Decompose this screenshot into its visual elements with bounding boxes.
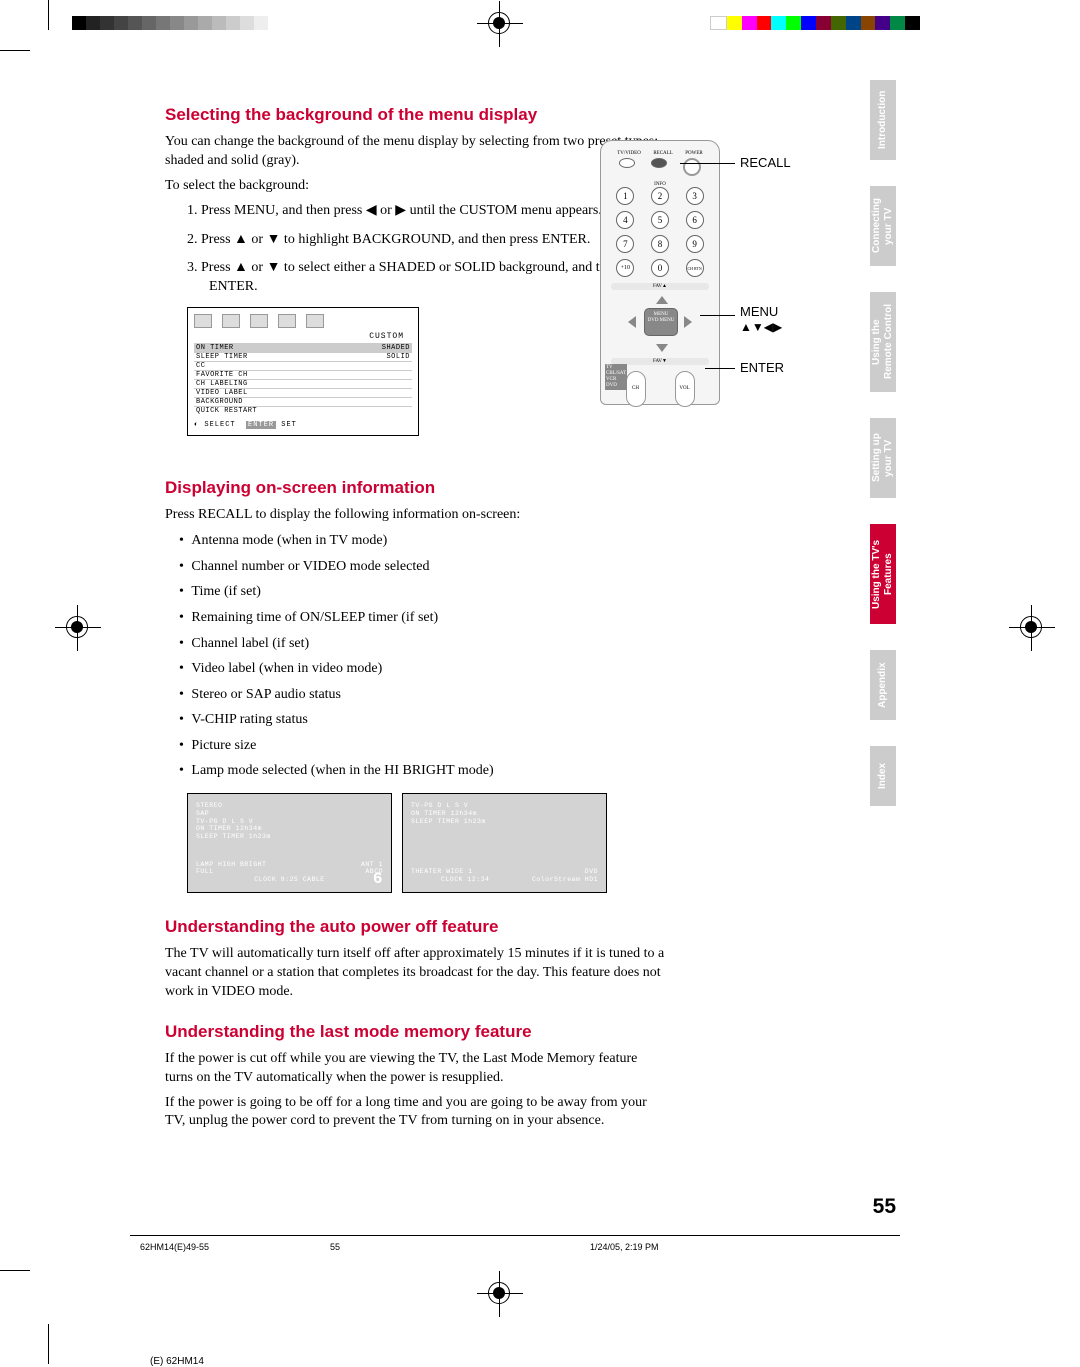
callout-arrows: ▲▼◀▶ xyxy=(740,320,782,334)
num-7-button: 7 xyxy=(616,235,634,253)
heading-last-mode: Understanding the last mode memory featu… xyxy=(165,1022,665,1042)
crop-mark-icon xyxy=(48,0,49,30)
num-2-button: 2 xyxy=(651,187,669,205)
recall-button xyxy=(651,158,667,168)
osd-menu-figure: CUSTOM ON TIMERSHADED SLEEP TIMERSOLID C… xyxy=(187,307,419,436)
callout-recall: RECALL xyxy=(740,155,791,170)
recall-figure-video-mode: TV-PG D L S V ON TIMER 12h34m SLEEP TIME… xyxy=(402,793,607,893)
arrow-down-icon xyxy=(656,344,668,352)
footer-rule xyxy=(130,1235,900,1236)
list-item: Antenna mode (when in TV mode) xyxy=(193,531,665,551)
callout-enter: ENTER xyxy=(740,360,784,375)
arrow-right-icon xyxy=(684,316,692,328)
page-number: 55 xyxy=(873,1195,896,1219)
crop-mark-icon xyxy=(0,1270,30,1271)
num-9-button: 9 xyxy=(686,235,704,253)
list-item: Video label (when in video mode) xyxy=(193,659,665,679)
vol-rocker-button: VOL xyxy=(675,371,695,407)
num-6-button: 6 xyxy=(686,211,704,229)
steps-list: 1. Press MENU, and then press ◀ or ▶ unt… xyxy=(165,202,665,298)
remote-control-figure: TV/VIDEO RECALL POWER INFO 1 2 3 4 5 6 7… xyxy=(600,140,880,440)
body-text: To select the background: xyxy=(165,177,665,196)
num-0-button: 0 xyxy=(651,259,669,277)
num-5-button: 5 xyxy=(651,211,669,229)
tab-index: Index xyxy=(870,746,896,806)
list-item: V-CHIP rating status xyxy=(193,710,665,730)
callout-line xyxy=(705,368,735,369)
recall-label: RECALL xyxy=(653,151,672,156)
recall-bullet-list: Antenna mode (when in TV mode) Channel n… xyxy=(165,531,665,781)
footer-filename: 62HM14(E)49-55 xyxy=(140,1242,209,1252)
menu-title: CUSTOM xyxy=(194,330,412,343)
callout-line xyxy=(700,315,735,316)
heading-background: Selecting the background of the menu dis… xyxy=(165,105,665,125)
color-registration-bar-right xyxy=(710,16,920,30)
tab-features: Using the TV's Features xyxy=(870,524,896,624)
num-4-button: 4 xyxy=(616,211,634,229)
chrtn-button: CH RTN xyxy=(686,259,704,277)
list-item: Time (if set) xyxy=(193,582,665,602)
footer-page: 55 xyxy=(330,1242,340,1252)
ch-rocker-button: CH xyxy=(626,371,646,407)
body-text: Press RECALL to display the following in… xyxy=(165,506,665,525)
fav-up-button: FAV▲ xyxy=(611,283,709,290)
step-3: 3. Press ▲ or ▼ to select either a SHADE… xyxy=(187,259,665,297)
mode-selector-labels: TV CBL/SAT VCR DVD xyxy=(605,364,627,390)
registration-mark-icon xyxy=(1020,616,1042,638)
num-3-button: 3 xyxy=(686,187,704,205)
footer-model: (E) 62HM14 xyxy=(150,1356,204,1367)
heading-recall: Displaying on-screen information xyxy=(165,478,665,498)
callout-line xyxy=(680,163,735,164)
callout-menu: MENU xyxy=(740,304,778,319)
tvvideo-label: TV/VIDEO xyxy=(617,151,641,156)
main-content: Selecting the background of the menu dis… xyxy=(165,105,665,1137)
tab-appendix: Appendix xyxy=(870,650,896,720)
num-8-button: 8 xyxy=(651,235,669,253)
recall-example-figures: STEREO SAP TV-PG D L S V ON TIMER 12h34m… xyxy=(187,793,665,893)
plus10-button: +10 xyxy=(616,259,634,277)
registration-mark-icon xyxy=(66,616,88,638)
tvvideo-button xyxy=(619,158,635,168)
arrow-up-icon xyxy=(656,296,668,304)
number-pad: 1 2 3 4 5 6 7 8 9 +10 0 CH RTN xyxy=(611,187,709,277)
registration-mark-icon xyxy=(488,12,510,34)
channel-number: 6 xyxy=(373,870,383,888)
list-item: Remaining time of ON/SLEEP timer (if set… xyxy=(193,608,665,628)
crop-mark-icon xyxy=(0,50,30,51)
arrow-left-icon xyxy=(628,316,636,328)
list-item: Channel number or VIDEO mode selected xyxy=(193,557,665,577)
list-item: Stereo or SAP audio status xyxy=(193,685,665,705)
crop-mark-icon xyxy=(48,1324,49,1364)
body-text: If the power is cut off while you are vi… xyxy=(165,1050,665,1088)
body-text: If the power is going to be off for a lo… xyxy=(165,1094,665,1132)
power-button xyxy=(683,158,701,176)
footer-date: 1/24/05, 2:19 PM xyxy=(590,1242,659,1252)
list-item: Channel label (if set) xyxy=(193,634,665,654)
dpad: MENU DVD MENU xyxy=(620,294,700,354)
step-1: 1. Press MENU, and then press ◀ or ▶ unt… xyxy=(187,202,665,221)
body-text: You can change the background of the men… xyxy=(165,133,665,171)
recall-figure-tv-mode: STEREO SAP TV-PG D L S V ON TIMER 12h34m… xyxy=(187,793,392,893)
num-1-button: 1 xyxy=(616,187,634,205)
menu-enter-button: MENU DVD MENU xyxy=(644,308,678,336)
heading-auto-power-off: Understanding the auto power off feature xyxy=(165,917,665,937)
color-registration-bar-left xyxy=(72,16,268,30)
registration-mark-icon xyxy=(488,1282,510,1304)
list-item: Lamp mode selected (when in the HI BRIGH… xyxy=(193,761,665,781)
step-2: 2. Press ▲ or ▼ to highlight BACKGROUND,… xyxy=(187,231,665,250)
list-item: Picture size xyxy=(193,736,665,756)
body-text: The TV will automatically turn itself of… xyxy=(165,945,665,1002)
power-label: POWER xyxy=(685,151,703,156)
